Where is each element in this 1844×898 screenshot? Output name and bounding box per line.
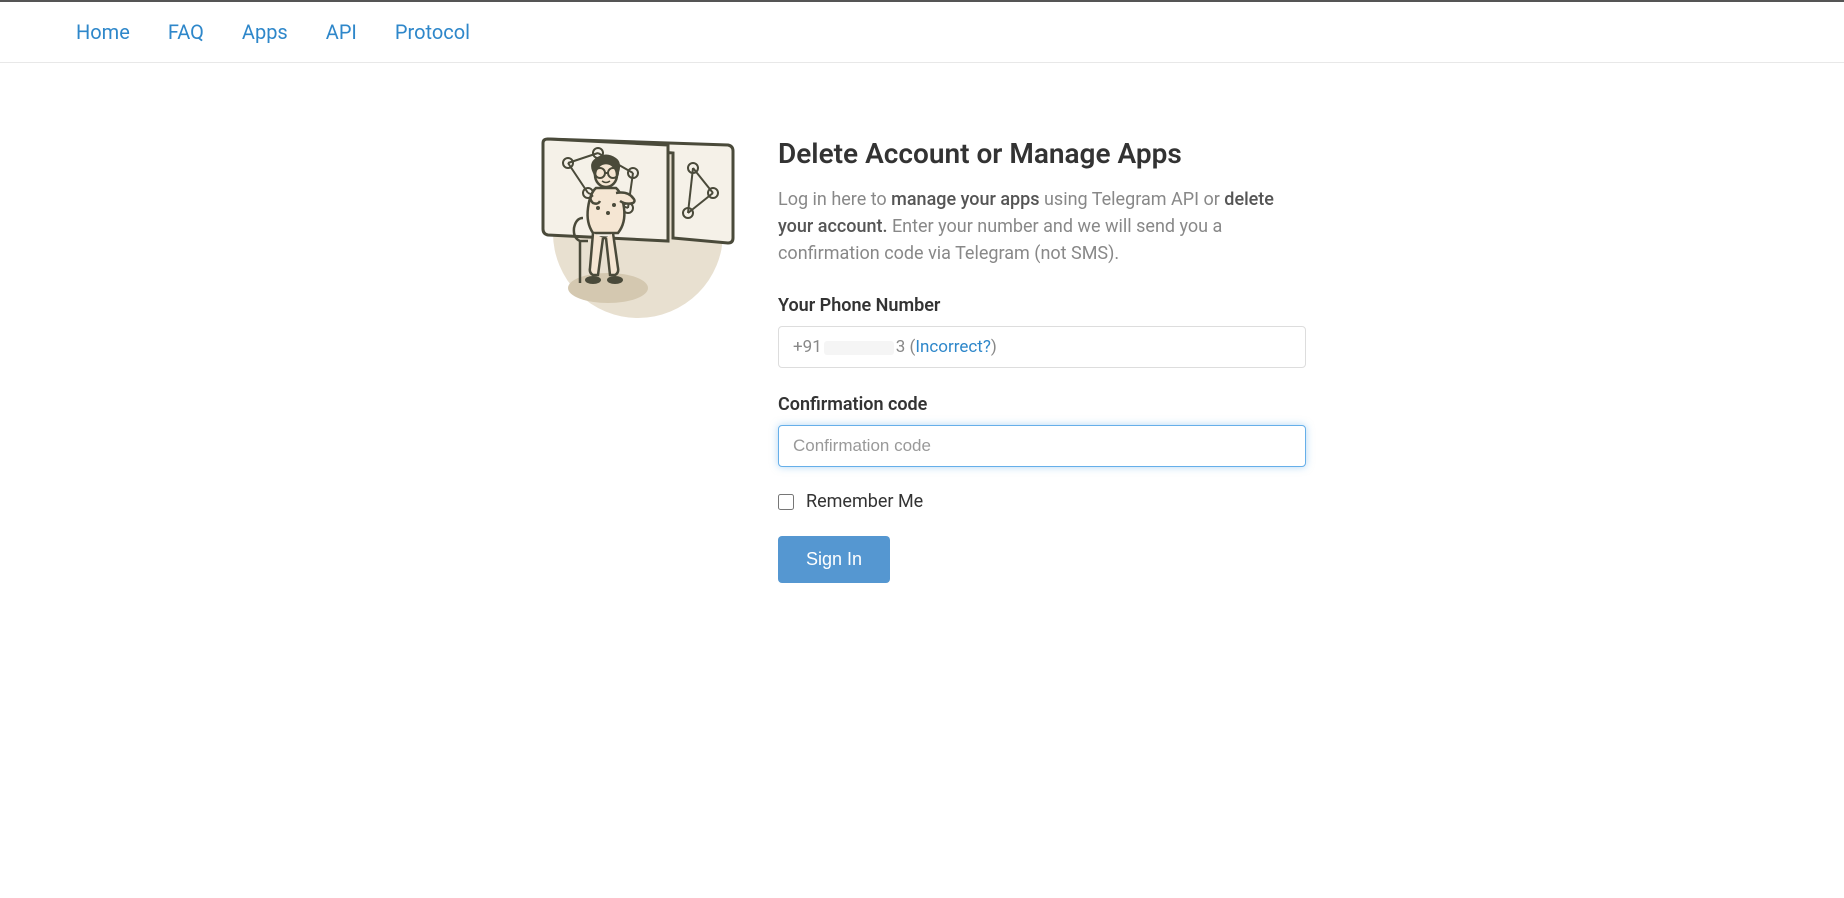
remember-me-label[interactable]: Remember Me xyxy=(806,491,923,512)
incorrect-link[interactable]: Incorrect? xyxy=(915,337,990,357)
nav-link-protocol[interactable]: Protocol xyxy=(395,20,470,44)
confirmation-code-input[interactable] xyxy=(778,425,1306,467)
phone-suffix: 3 xyxy=(896,337,906,357)
phone-label: Your Phone Number xyxy=(778,295,1306,316)
illustration-icon xyxy=(538,123,738,323)
nav-link-api[interactable]: API xyxy=(326,20,357,44)
navbar-inner: Home FAQ Apps API Protocol xyxy=(0,2,1844,62)
content-area: Delete Account or Manage Apps Log in her… xyxy=(778,123,1306,583)
top-navbar: Home FAQ Apps API Protocol xyxy=(0,0,1844,63)
intro-strong-manage: manage your apps xyxy=(891,189,1039,210)
paren-close: ) xyxy=(991,337,997,357)
phone-prefix: +91 xyxy=(793,337,822,357)
intro-part2: using Telegram API or xyxy=(1040,189,1225,210)
remember-me-checkbox[interactable] xyxy=(778,494,794,510)
phone-display: +913 (Incorrect?) xyxy=(778,326,1306,368)
intro-text: Log in here to manage your apps using Te… xyxy=(778,186,1306,267)
page-title: Delete Account or Manage Apps xyxy=(778,137,1306,170)
intro-part1: Log in here to xyxy=(778,189,891,210)
code-label: Confirmation code xyxy=(778,394,1306,415)
signin-button[interactable]: Sign In xyxy=(778,536,890,583)
nav-link-faq[interactable]: FAQ xyxy=(168,20,204,44)
remember-me-row: Remember Me xyxy=(778,491,1306,512)
phone-redacted xyxy=(824,341,894,355)
nav-link-home[interactable]: Home xyxy=(76,20,130,44)
main-container: Delete Account or Manage Apps Log in her… xyxy=(538,63,1306,583)
nav-link-apps[interactable]: Apps xyxy=(242,20,288,44)
